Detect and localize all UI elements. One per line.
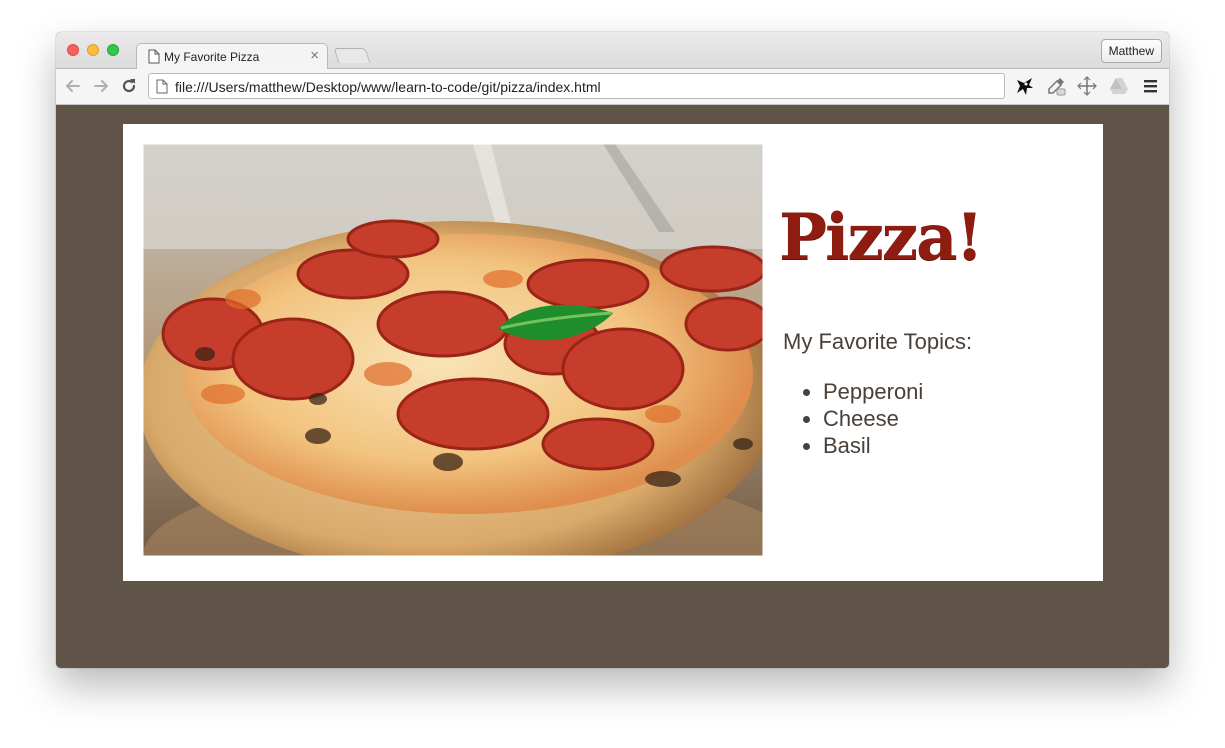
browser-toolbar: file:///Users/matthew/Desktop/www/learn-… — [56, 69, 1169, 105]
address-bar[interactable]: file:///Users/matthew/Desktop/www/learn-… — [148, 73, 1005, 99]
list-item: Basil — [823, 432, 923, 459]
url-text: file:///Users/matthew/Desktop/www/learn-… — [175, 79, 601, 95]
minimize-window-button[interactable] — [87, 44, 99, 56]
back-arrow-icon[interactable] — [64, 77, 82, 95]
new-tab-button[interactable] — [333, 48, 371, 63]
crosshair-icon[interactable] — [1076, 76, 1098, 96]
hamburger-menu-icon[interactable] — [1140, 76, 1162, 96]
content-card: Pizza! My Favorite Topics: Pepperoni Che… — [123, 124, 1103, 581]
close-window-button[interactable] — [67, 44, 79, 56]
browser-window: My Favorite Pizza × Matthew file:///User… — [56, 32, 1169, 668]
profile-button[interactable]: Matthew — [1100, 39, 1162, 63]
desktop: My Favorite Pizza × Matthew file:///User… — [0, 0, 1225, 748]
page-icon — [156, 79, 168, 94]
browser-titlebar: My Favorite Pizza × Matthew — [56, 32, 1169, 69]
list-item: Cheese — [823, 405, 923, 432]
list-item: Pepperoni — [823, 378, 923, 405]
forward-arrow-icon[interactable] — [92, 77, 110, 95]
zoom-window-button[interactable] — [107, 44, 119, 56]
drive-icon[interactable] — [1108, 76, 1130, 96]
reload-icon[interactable] — [120, 77, 138, 95]
page-title: Pizza! — [779, 200, 984, 275]
topics-heading: My Favorite Topics: — [783, 329, 973, 354]
ninja-extension-icon[interactable] — [1014, 76, 1036, 96]
tab-title: My Favorite Pizza — [164, 50, 260, 64]
tab-my-favorite-pizza[interactable]: My Favorite Pizza × — [136, 43, 328, 69]
tab-close-icon[interactable]: × — [310, 47, 319, 64]
topics-list: Pepperoni Cheese Basil — [803, 378, 923, 459]
page-icon — [148, 49, 160, 64]
page-viewport: Pizza! My Favorite Topics: Pepperoni Che… — [56, 105, 1169, 668]
eyedropper-icon[interactable] — [1045, 76, 1067, 96]
pizza-image — [143, 144, 763, 556]
